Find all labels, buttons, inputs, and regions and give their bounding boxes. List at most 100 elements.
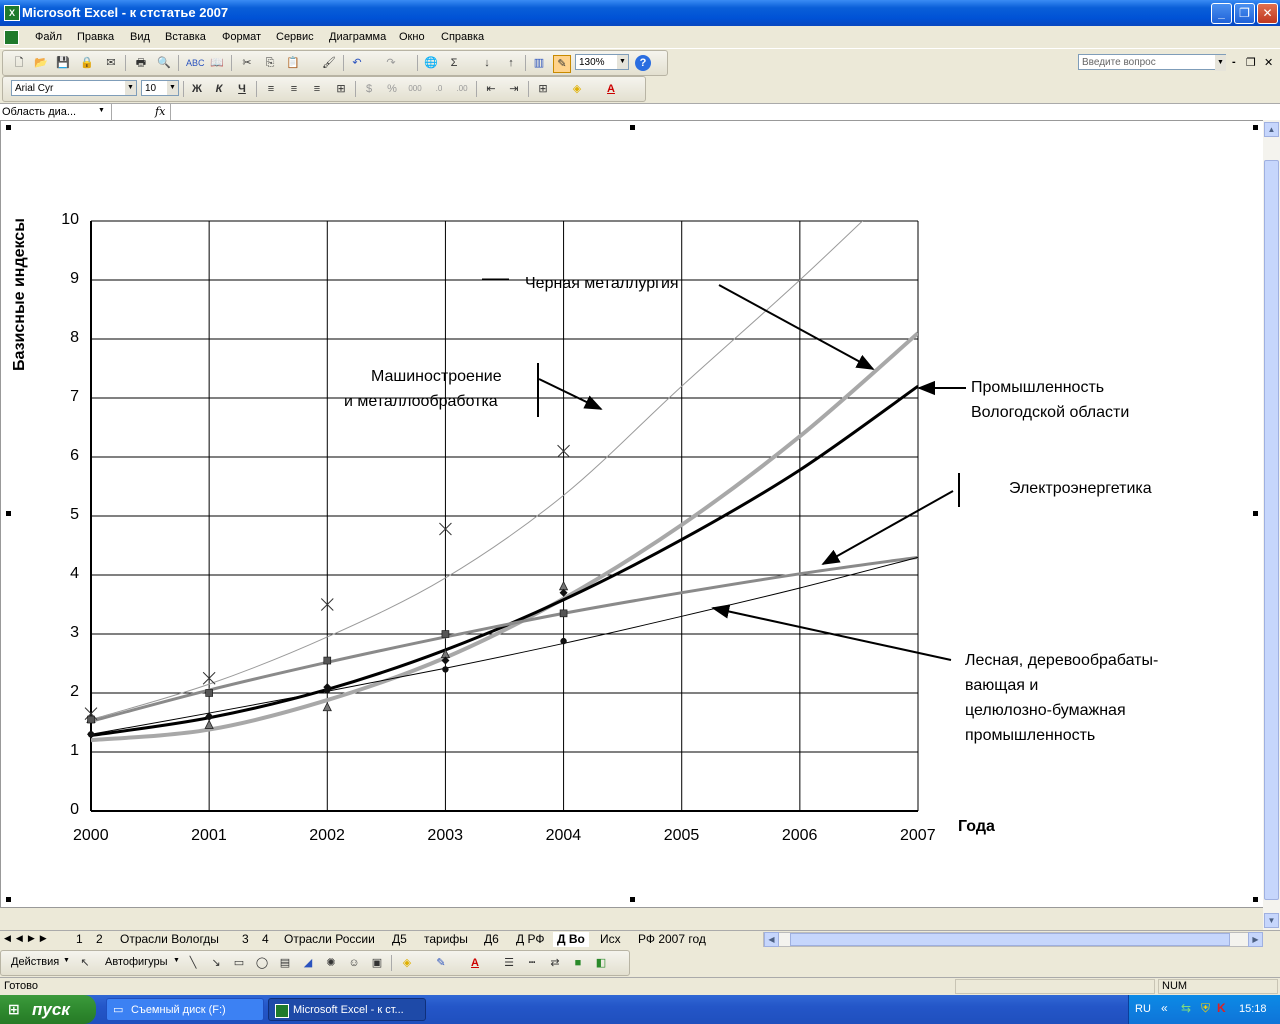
help-icon[interactable]: ? [635,55,651,71]
sheet-tab[interactable]: Д6 [480,932,503,947]
merge-center-icon[interactable]: ⊞ [333,81,349,97]
start-button[interactable]: ⊞ пуск [0,995,96,1024]
sheet-tab[interactable]: Д РФ [512,932,548,947]
sheet-tab[interactable]: Отрасли Вологды [116,932,223,947]
email-icon[interactable]: ✉ [103,55,119,71]
chevron-down-icon[interactable]: ▼ [617,55,628,69]
research-icon[interactable]: 📖 [209,55,225,71]
percent-icon[interactable]: % [384,81,400,97]
menu-window[interactable]: Окно [399,31,425,43]
excel-app-icon[interactable]: X [4,5,20,21]
oval-icon[interactable]: ◯ [254,955,270,971]
align-right-icon[interactable]: ≡ [309,81,325,97]
fill-color-icon[interactable]: ◈ [399,955,415,971]
arrow-icon[interactable]: ↘ [208,955,224,971]
doc-close-button[interactable]: ✕ [1264,56,1273,69]
italic-button[interactable]: К [211,81,227,97]
chevron-down-icon[interactable]: ▼ [125,81,136,95]
font-size-select[interactable]: 10 ▼ [141,80,179,96]
hscroll-thumb[interactable] [790,933,1230,946]
resize-handle[interactable] [1253,511,1258,516]
font-color-icon[interactable]: A [603,81,619,97]
name-box[interactable]: Область диа... [0,104,112,120]
print-preview-icon[interactable]: 🔍 [156,55,172,71]
sheet-tab[interactable]: тарифы [420,932,472,947]
formula-input[interactable] [170,104,1280,120]
print-icon[interactable]: 🖶 [133,55,149,71]
hyperlink-icon[interactable]: 🌐 [423,55,439,71]
doc-minimize-button[interactable]: - [1232,56,1236,68]
ask-question-input[interactable]: Введите вопрос [1078,54,1226,70]
picture-icon[interactable]: ▣ [369,955,385,971]
tab-scroll-arrows[interactable]: ◀◀▶▶ [4,933,52,944]
sheet-tab[interactable]: Исх [596,932,625,947]
decrease-decimal-icon[interactable]: .00 [454,81,470,97]
restore-button[interactable]: ❐ [1234,3,1255,24]
scroll-thumb[interactable] [1264,160,1279,900]
underline-button[interactable]: Ч [234,81,250,97]
scroll-right-icon[interactable]: ▶ [1248,932,1263,947]
cut-icon[interactable]: ✂ [239,55,255,71]
chevron-down-icon[interactable]: ▼ [173,957,180,964]
minimize-button[interactable]: _ [1211,3,1232,24]
resize-handle[interactable] [1253,125,1258,130]
menu-tools[interactable]: Сервис [276,31,314,43]
line-color-icon[interactable]: ✎ [433,955,449,971]
network-icon[interactable]: ⇆ [1181,1001,1191,1015]
sheet-tab[interactable]: Д5 [388,932,411,947]
ask-dropdown-icon[interactable]: ▼ [1215,55,1226,71]
font-select[interactable]: Arial Cyr ▼ [11,80,137,96]
resize-handle[interactable] [630,897,635,902]
dash-style-icon[interactable]: ┅ [524,955,540,971]
wordart-icon[interactable]: ◢ [300,955,316,971]
borders-icon[interactable]: ⊞ [535,81,551,97]
sort-asc-icon[interactable]: ↓ [479,55,495,71]
clipart-icon[interactable]: ☺ [346,955,362,971]
permission-icon[interactable]: 🔒 [79,55,95,71]
chart-wizard-icon[interactable]: ▥ [531,55,547,71]
scroll-up-icon[interactable]: ▲ [1264,122,1279,137]
sheet-tab[interactable]: Д Во [553,932,589,947]
function-icon[interactable]: fx [155,105,165,118]
line-icon[interactable]: ╲ [185,955,201,971]
vertical-scrollbar[interactable]: ▲ ▼ [1263,120,1280,930]
sheet-tab[interactable]: РФ 2007 год [634,932,710,947]
chevron-down-icon[interactable]: ▼ [63,957,70,964]
scroll-down-icon[interactable]: ▼ [1264,913,1279,928]
resize-handle[interactable] [1253,897,1258,902]
textbox-icon[interactable]: ▤ [277,955,293,971]
taskbar-item-excel[interactable]: Microsoft Excel - к ст... [268,998,426,1021]
sheet-tab[interactable]: 2 [92,932,107,947]
horizontal-scrollbar[interactable]: ◀ ▶ [763,932,1263,947]
undo-icon[interactable]: ↶ [349,55,365,71]
sheet-tab[interactable]: 1 [72,932,87,947]
copy-icon[interactable]: ⎘ [262,55,278,71]
redo-icon[interactable]: ↷ [383,55,399,71]
chart-area[interactable]: 0 1 2 3 4 5 6 7 8 9 10 2000 2001 2002 2003 2004 2005 200… [0,120,1265,908]
fill-color-icon[interactable]: ◈ [569,81,585,97]
currency-icon[interactable]: $ [361,81,377,97]
menu-help[interactable]: Справка [441,31,484,43]
select-objects-icon[interactable]: ↖ [77,955,93,971]
format-painter-icon[interactable]: 🖌 [321,55,337,71]
decrease-indent-icon[interactable]: ⇤ [483,81,499,97]
align-center-icon[interactable]: ≡ [286,81,302,97]
resize-handle[interactable] [6,897,11,902]
autoshapes-menu[interactable]: Автофигуры [105,956,168,968]
3d-icon[interactable]: ◧ [593,955,609,971]
menu-chart[interactable]: Диаграмма [329,31,386,43]
bold-button[interactable]: Ж [189,81,205,97]
rectangle-icon[interactable]: ▭ [231,955,247,971]
spelling-icon[interactable]: ABC [186,55,205,71]
sheet-tab[interactable]: 3 [238,932,253,947]
font-color-icon[interactable]: A [467,955,483,971]
new-icon[interactable]: 🗋 [11,55,27,71]
taskbar-item-removable-disk[interactable]: ▭ Съемный диск (F:) [106,998,264,1021]
diagram-icon[interactable]: ✺ [323,955,339,971]
security-shield-icon[interactable]: ⛨ [1201,1001,1210,1016]
chevron-down-icon[interactable]: ▼ [98,107,105,114]
comma-style-icon[interactable]: 000 [407,81,423,97]
menu-view[interactable]: Вид [130,31,150,43]
autosum-icon[interactable]: Σ [446,55,462,71]
paste-icon[interactable]: 📋 [285,55,301,71]
